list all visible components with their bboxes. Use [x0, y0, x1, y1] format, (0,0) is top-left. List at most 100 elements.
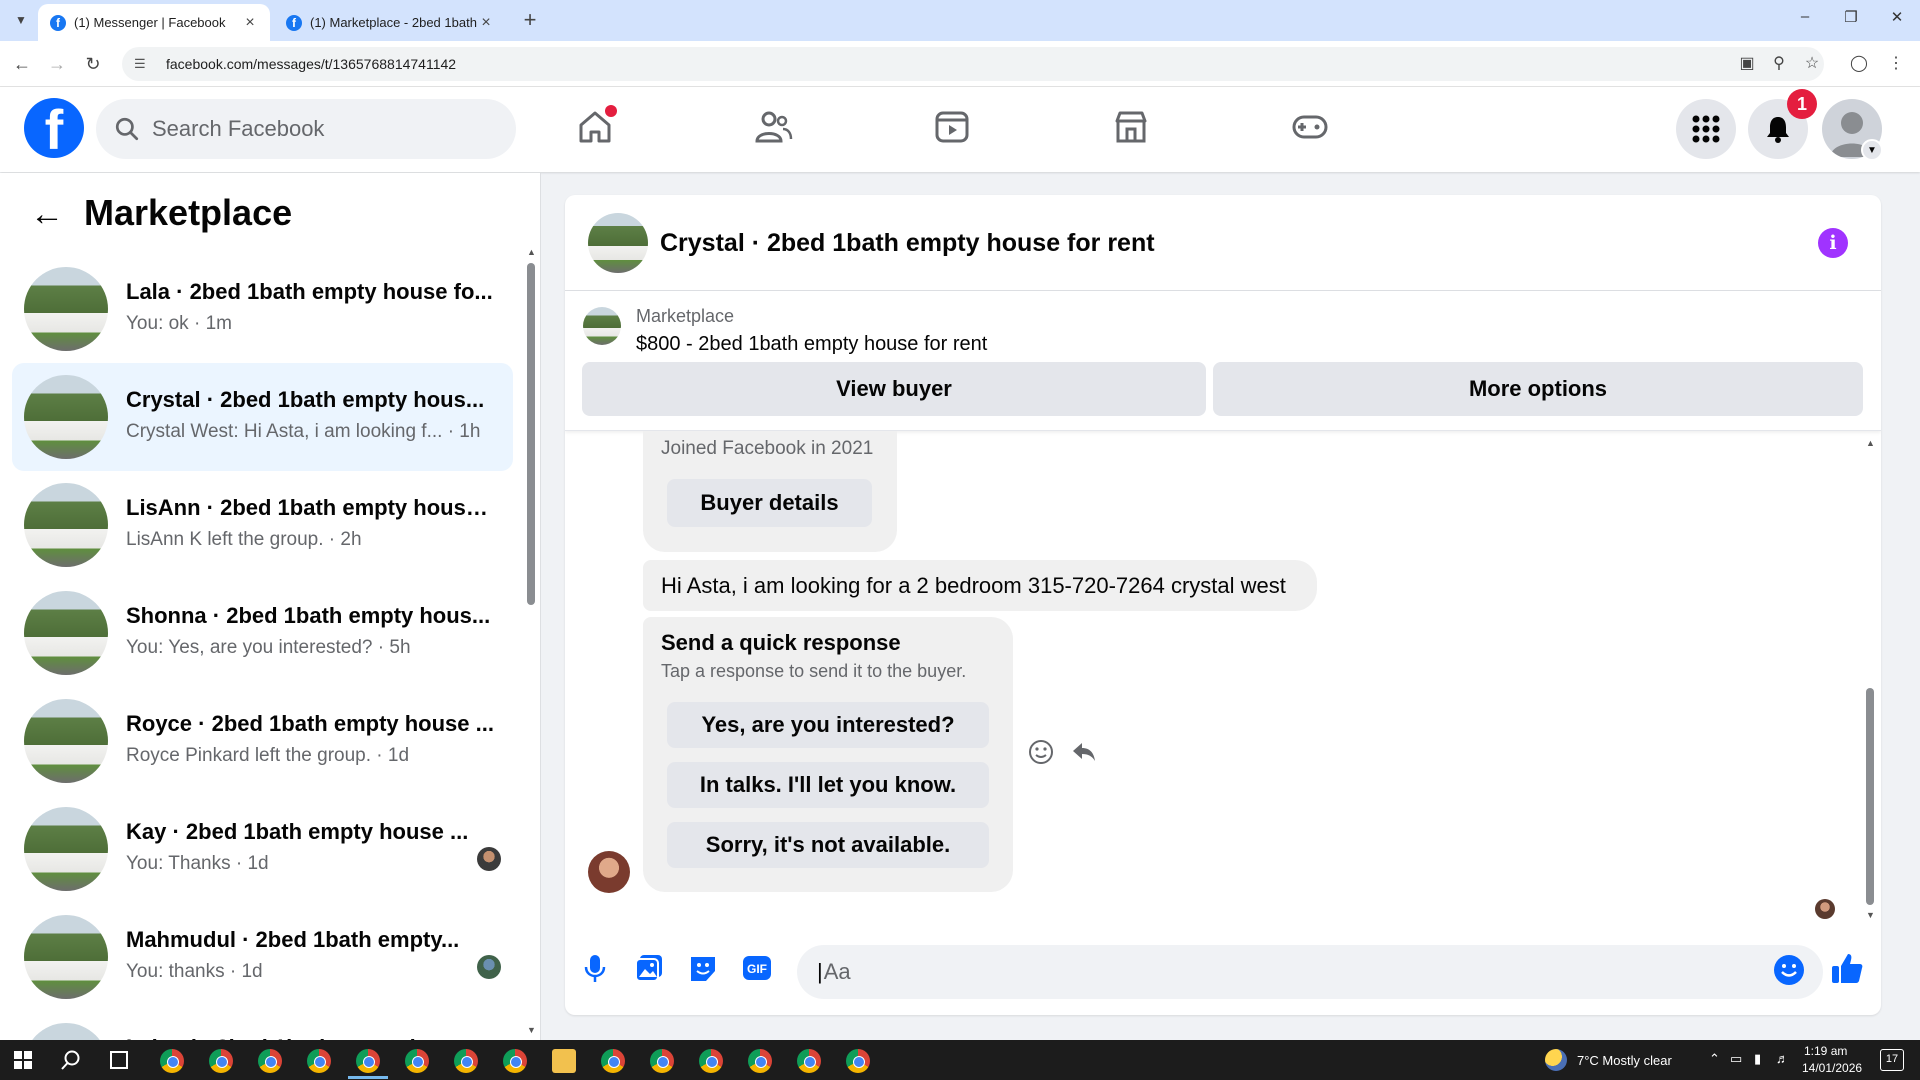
chrome-app-icon[interactable]: [601, 1049, 625, 1073]
volume-icon[interactable]: ♬: [1776, 1051, 1789, 1066]
chrome-app-icon[interactable]: [160, 1049, 184, 1073]
bookmark-star-icon[interactable]: ☆: [1801, 53, 1823, 75]
quick-response-button[interactable]: In talks. I'll let you know.: [667, 762, 989, 808]
tab-marketplace[interactable]: f (1) Marketplace - 2bed 1bath e ×: [274, 4, 506, 41]
friends-nav-icon[interactable]: [753, 107, 793, 151]
conversation-item[interactable]: Leinad · 2bed 1bath empty ho...: [12, 1011, 513, 1040]
tray-chevron-up-icon[interactable]: ⌃: [1709, 1051, 1720, 1067]
scroll-down-icon[interactable]: ▼: [527, 1025, 536, 1035]
notification-center-icon[interactable]: 17: [1880, 1049, 1904, 1071]
profile-icon[interactable]: ◯: [1848, 53, 1870, 75]
battery-icon[interactable]: ▮: [1754, 1051, 1761, 1067]
quick-response-button[interactable]: Sorry, it's not available.: [667, 822, 989, 868]
search-placeholder: Search Facebook: [152, 116, 325, 141]
reply-icon[interactable]: [1070, 738, 1098, 766]
site-info-icon[interactable]: ☰: [134, 56, 152, 72]
search-icon: [115, 117, 139, 141]
chrome-app-icon[interactable]: [650, 1049, 674, 1073]
quick-response-button[interactable]: Yes, are you interested?: [667, 702, 989, 748]
info-icon[interactable]: i: [1818, 228, 1848, 258]
chrome-app-icon[interactable]: [797, 1049, 821, 1073]
file-explorer-icon[interactable]: [552, 1049, 576, 1073]
install-app-icon[interactable]: ▣: [1736, 53, 1758, 75]
quick-response-subtitle: Tap a response to send it to the buyer.: [661, 661, 967, 681]
chrome-app-icon[interactable]: [846, 1049, 870, 1073]
conversation-item[interactable]: LisAnn · 2bed 1bath empty house... LisAnn…: [12, 471, 513, 579]
marketplace-listing-bar: Marketplace $800 - 2bed 1bath empty hous…: [565, 291, 1881, 431]
facebook-logo-icon[interactable]: f: [24, 98, 84, 158]
sender-avatar[interactable]: [588, 851, 630, 893]
restore-icon[interactable]: ❐: [1831, 8, 1871, 26]
conversation-item[interactable]: Mahmudul · 2bed 1bath empty... You: thank…: [12, 903, 513, 1011]
more-options-button[interactable]: More options: [1213, 362, 1863, 416]
marketplace-nav-icon[interactable]: [1111, 107, 1151, 151]
gif-icon[interactable]: GIF: [740, 951, 774, 985]
conversation-item[interactable]: Shonna · 2bed 1bath empty hous... You: Ye…: [12, 579, 513, 687]
forward-icon[interactable]: →: [44, 51, 70, 77]
conversation-snippet: You: Thanks · 1d: [126, 853, 269, 874]
close-tab-icon[interactable]: ×: [242, 14, 258, 32]
photo-icon[interactable]: [632, 951, 666, 985]
clock-date[interactable]: 14/01/2026: [1802, 1061, 1862, 1075]
listing-title[interactable]: $800 - 2bed 1bath empty house for rent: [636, 333, 987, 356]
message-input[interactable]: | Aa: [797, 945, 1823, 999]
chrome-app-icon[interactable]: [454, 1049, 478, 1073]
video-nav-icon[interactable]: [932, 107, 972, 151]
tab-title: (1) Messenger | Facebook: [74, 15, 226, 30]
back-icon[interactable]: ←: [9, 51, 35, 77]
taskbar-search-icon[interactable]: [60, 1049, 82, 1071]
minimize-icon[interactable]: –: [1785, 8, 1825, 25]
chat-title[interactable]: Crystal · 2bed 1bath empty house for ren…: [660, 229, 1155, 258]
sticker-icon[interactable]: [686, 951, 720, 985]
view-buyer-button[interactable]: View buyer: [582, 362, 1206, 416]
tab-messenger[interactable]: f (1) Messenger | Facebook ×: [38, 4, 270, 41]
sidebar-scrollbar[interactable]: [527, 263, 535, 605]
emoji-icon[interactable]: [1772, 953, 1806, 987]
chrome-app-icon[interactable]: [503, 1049, 527, 1073]
conversation-item[interactable]: Royce · 2bed 1bath empty house ... Royce …: [12, 687, 513, 795]
listing-thumbnail[interactable]: [583, 307, 621, 345]
buyer-details-button[interactable]: Buyer details: [667, 479, 872, 527]
tab-title: (1) Marketplace - 2bed 1bath e: [310, 15, 478, 30]
home-notification-dot: [605, 105, 617, 117]
back-arrow-icon[interactable]: ←: [30, 195, 64, 234]
chrome-app-icon[interactable]: [699, 1049, 723, 1073]
chat-scroll-down-icon[interactable]: ▼: [1866, 910, 1875, 920]
chrome-app-icon[interactable]: [209, 1049, 233, 1073]
chrome-app-icon[interactable]: [405, 1049, 429, 1073]
chrome-app-icon[interactable]: [748, 1049, 772, 1073]
chat-scroll-up-icon[interactable]: ▲: [1866, 438, 1875, 448]
chat-scrollbar[interactable]: [1866, 688, 1874, 905]
conversation-item[interactable]: Lala · 2bed 1bath empty house fo... You: …: [12, 255, 513, 363]
microphone-icon[interactable]: [578, 951, 612, 985]
gaming-nav-icon[interactable]: [1290, 107, 1330, 151]
windows-start-icon[interactable]: [14, 1051, 32, 1069]
search-input[interactable]: Search Facebook: [96, 99, 516, 159]
clock-time[interactable]: 1:19 am: [1804, 1044, 1847, 1058]
address-bar[interactable]: ☰ facebook.com/messages/t/13657688147411…: [122, 47, 1824, 81]
menu-icon[interactable]: ⋮: [1885, 53, 1907, 75]
chrome-app-icon[interactable]: [348, 1049, 388, 1079]
reload-icon[interactable]: ↻: [80, 51, 106, 77]
account-chevron-down-icon[interactable]: ▼: [1861, 139, 1883, 161]
chrome-app-icon[interactable]: [307, 1049, 331, 1073]
react-emoji-icon[interactable]: [1027, 738, 1055, 766]
close-tab-icon[interactable]: ×: [478, 14, 494, 32]
text-cursor: |: [817, 959, 823, 984]
zoom-icon[interactable]: ⚲: [1768, 53, 1790, 75]
network-icon[interactable]: ▭: [1730, 1051, 1742, 1067]
new-tab-icon[interactable]: +: [517, 7, 543, 33]
like-thumbs-up-icon[interactable]: [1829, 951, 1863, 985]
home-nav-icon[interactable]: [575, 105, 617, 151]
listing-avatar[interactable]: [588, 213, 648, 273]
scroll-up-icon[interactable]: ▲: [527, 247, 536, 257]
conversation-name: Mahmudul · 2bed 1bath empty...: [126, 927, 460, 952]
menu-grid-button[interactable]: [1676, 99, 1736, 159]
conversation-item[interactable]: Crystal · 2bed 1bath empty hous... Crysta…: [12, 363, 513, 471]
weather-text[interactable]: 7°C Mostly clear: [1577, 1053, 1672, 1068]
chrome-app-icon[interactable]: [258, 1049, 282, 1073]
task-view-icon[interactable]: [110, 1051, 128, 1069]
tab-search-icon[interactable]: ▼: [8, 7, 34, 33]
conversation-item[interactable]: Kay · 2bed 1bath empty house ... You: Tha…: [12, 795, 513, 903]
close-window-icon[interactable]: ✕: [1877, 8, 1917, 26]
